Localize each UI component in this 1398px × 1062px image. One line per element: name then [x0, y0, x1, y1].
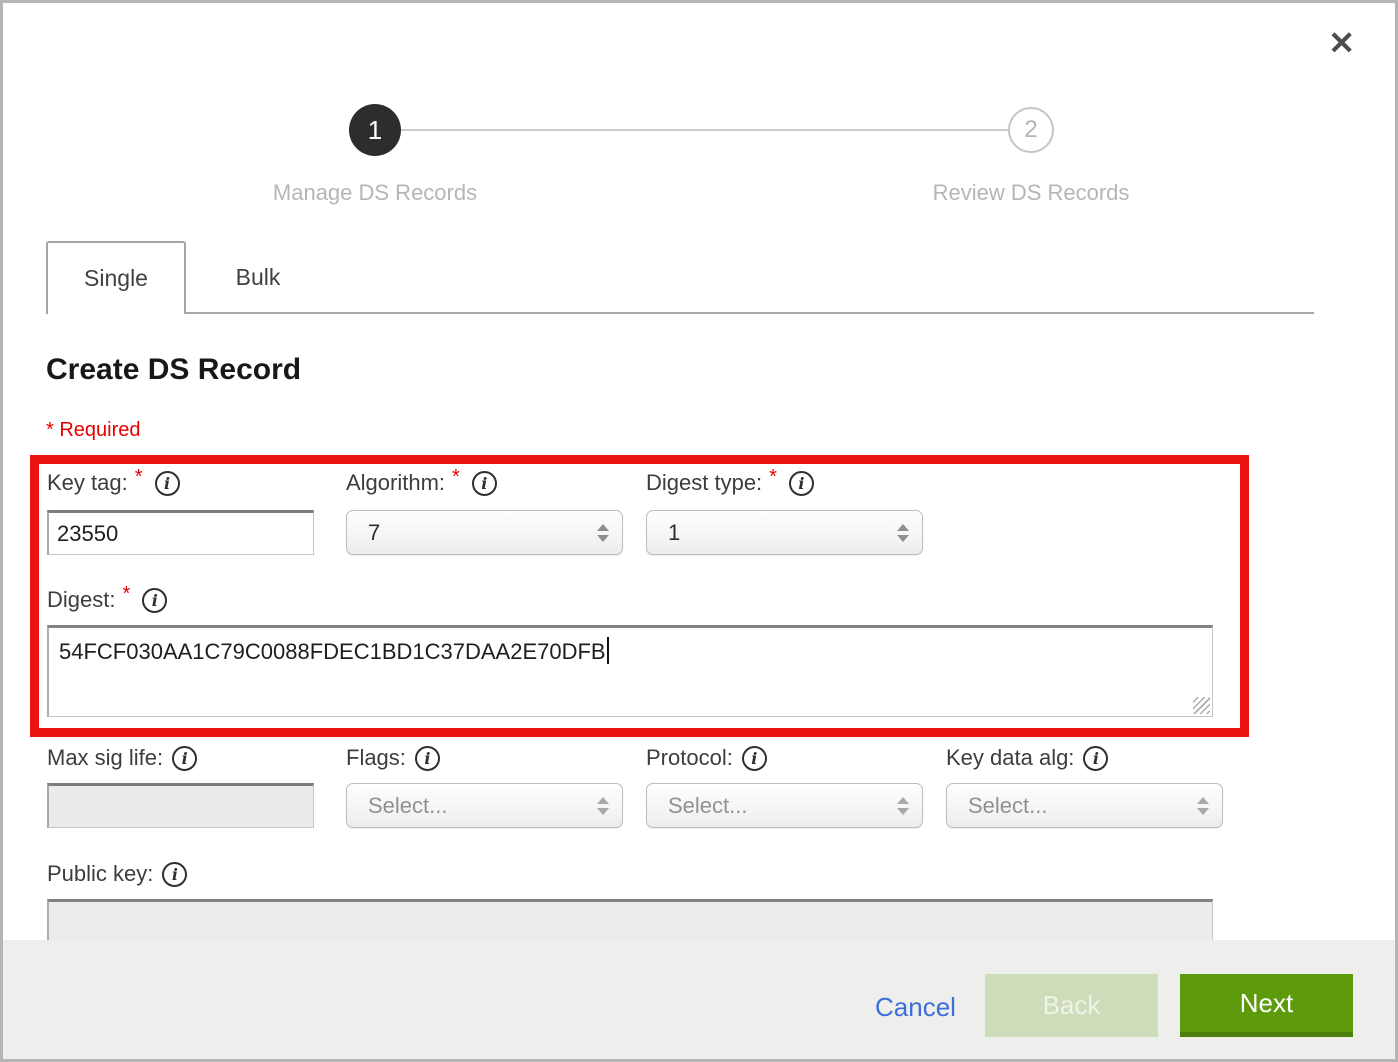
digest-label-text: Digest: — [47, 587, 115, 613]
protocol-select-value: Select... — [668, 793, 747, 819]
required-note: * Required — [46, 419, 141, 442]
tabs-divider — [46, 312, 1314, 314]
digest-type-select-value: 1 — [668, 520, 680, 546]
info-icon[interactable]: i — [742, 746, 767, 771]
resize-handle[interactable] — [1193, 697, 1210, 714]
info-icon[interactable]: i — [155, 471, 180, 496]
info-icon[interactable]: i — [172, 746, 197, 771]
step-2-circle: 2 — [1008, 107, 1054, 153]
protocol-select[interactable]: Select... — [646, 783, 923, 828]
info-icon[interactable]: i — [1083, 746, 1108, 771]
key-tag-label-text: Key tag: — [47, 470, 128, 496]
select-spinner-icon — [897, 524, 909, 542]
select-spinner-icon — [597, 797, 609, 815]
algorithm-label: Algorithm: * i — [346, 470, 497, 496]
key-tag-label: Key tag: * i — [47, 470, 180, 496]
create-ds-record-modal: ✕ 1 2 Manage DS Records Review DS Record… — [0, 0, 1398, 1062]
key-tag-input[interactable] — [47, 510, 314, 555]
public-key-label-text: Public key: — [47, 861, 153, 887]
close-icon[interactable]: ✕ — [1328, 27, 1355, 59]
tab-bulk[interactable]: Bulk — [188, 243, 328, 312]
digest-type-label: Digest type: * i — [646, 470, 814, 496]
info-icon[interactable]: i — [472, 471, 497, 496]
info-icon[interactable]: i — [415, 746, 440, 771]
key-data-alg-label-text: Key data alg: — [946, 745, 1074, 771]
key-data-alg-select-value: Select... — [968, 793, 1047, 819]
digest-value: 54FCF030AA1C79C0088FDEC1BD1C37DAA2E70DFB — [59, 639, 606, 664]
digest-label: Digest: * i — [47, 587, 167, 613]
flags-select-value: Select... — [368, 793, 447, 819]
required-asterisk: * — [769, 466, 777, 489]
digest-type-select[interactable]: 1 — [646, 510, 923, 555]
text-caret — [607, 637, 609, 664]
public-key-label: Public key: i — [47, 861, 187, 887]
back-button[interactable]: Back — [985, 974, 1158, 1037]
key-data-alg-label: Key data alg: i — [946, 745, 1108, 771]
cancel-button[interactable]: Cancel — [875, 992, 956, 1023]
algorithm-select[interactable]: 7 — [346, 510, 623, 555]
flags-select[interactable]: Select... — [346, 783, 623, 828]
next-button[interactable]: Next — [1180, 974, 1353, 1037]
algorithm-label-text: Algorithm: — [346, 470, 445, 496]
stepper-connector — [401, 129, 1009, 131]
info-icon[interactable]: i — [789, 471, 814, 496]
max-sig-life-label-text: Max sig life: — [47, 745, 163, 771]
protocol-label: Protocol: i — [646, 745, 767, 771]
required-asterisk: * — [452, 466, 460, 489]
flags-label-text: Flags: — [346, 745, 406, 771]
step-1-label: Manage DS Records — [215, 180, 535, 206]
algorithm-select-value: 7 — [368, 520, 380, 546]
protocol-label-text: Protocol: — [646, 745, 733, 771]
select-spinner-icon — [1197, 797, 1209, 815]
step-1-circle: 1 — [349, 104, 401, 156]
digest-type-label-text: Digest type: — [646, 470, 762, 496]
digest-textarea[interactable]: 54FCF030AA1C79C0088FDEC1BD1C37DAA2E70DFB — [47, 625, 1213, 717]
required-asterisk: * — [135, 466, 143, 489]
info-icon[interactable]: i — [162, 862, 187, 887]
modal-footer: Cancel Back Next — [3, 940, 1395, 1059]
tab-single[interactable]: Single — [46, 241, 186, 314]
page-title: Create DS Record — [46, 353, 301, 387]
max-sig-life-input[interactable] — [47, 783, 314, 828]
flags-label: Flags: i — [346, 745, 440, 771]
step-2-label: Review DS Records — [871, 180, 1191, 206]
key-data-alg-select[interactable]: Select... — [946, 783, 1223, 828]
max-sig-life-label: Max sig life: i — [47, 745, 197, 771]
select-spinner-icon — [897, 797, 909, 815]
select-spinner-icon — [597, 524, 609, 542]
info-icon[interactable]: i — [142, 588, 167, 613]
required-asterisk: * — [122, 583, 130, 606]
